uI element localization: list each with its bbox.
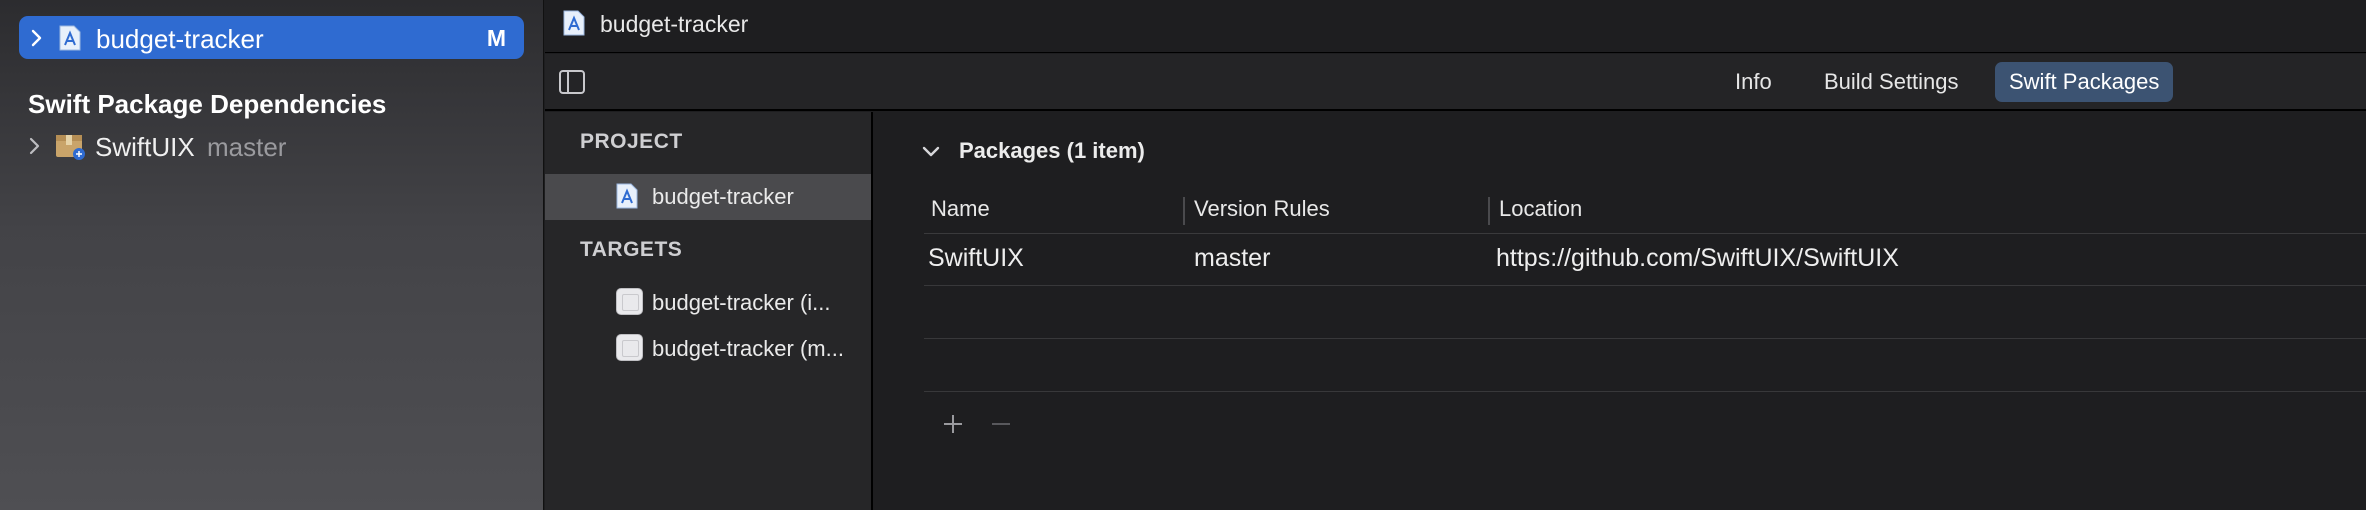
navigator-package-swiftuix[interactable]: SwiftUIX master <box>28 130 508 164</box>
target-label: budget-tracker (m... <box>652 336 844 361</box>
column-divider[interactable] <box>1183 197 1185 225</box>
swift-package-icon <box>56 135 85 160</box>
sidebar-toggle-icon[interactable] <box>558 68 586 96</box>
package-branch: master <box>207 132 287 162</box>
column-header-version-rules[interactable]: Version Rules <box>1194 189 1330 229</box>
targets-section-header: TARGETS <box>580 238 683 261</box>
project-targets-list: PROJECT budget-tracker TARGETS budget-tr… <box>545 112 873 510</box>
project-navigator: budget-tracker M Swift Package Dependenc… <box>0 0 544 510</box>
chevron-right-icon[interactable] <box>28 136 42 156</box>
target-label: budget-tracker (i... <box>652 290 831 315</box>
column-divider[interactable] <box>1488 197 1490 225</box>
column-header-name[interactable]: Name <box>931 189 990 229</box>
location-cell: https://github.com/SwiftUIX/SwiftUIX <box>1496 244 1899 272</box>
target-item-macos[interactable]: budget-tracker (m... <box>545 328 871 370</box>
package-name: SwiftUIX <box>95 132 195 162</box>
plus-icon[interactable] <box>941 412 965 436</box>
chevron-right-icon[interactable] <box>29 28 45 48</box>
xcode-project-icon <box>59 25 81 51</box>
swift-packages-pane: Packages (1 item) Name Version Rules Loc… <box>875 112 2366 510</box>
jump-bar-project[interactable]: budget-tracker <box>600 11 748 38</box>
table-row[interactable]: SwiftUIX master https://github.com/Swift… <box>924 234 2366 286</box>
swift-package-dependencies-header: Swift Package Dependencies <box>28 89 387 119</box>
jump-bar: budget-tracker <box>545 0 2366 53</box>
table-row-empty <box>924 340 2366 392</box>
xcode-project-icon <box>616 183 638 209</box>
version-rule-cell: master <box>1194 244 1271 272</box>
package-name-cell: SwiftUIX <box>928 244 1024 272</box>
tab-build-settings[interactable]: Build Settings <box>1810 62 1973 102</box>
column-header-location[interactable]: Location <box>1499 189 1582 229</box>
navigator-item-label: budget-tracker <box>96 24 264 54</box>
navigator-item-budget-tracker[interactable]: budget-tracker M <box>19 16 524 59</box>
xcode-window: budget-tracker M Swift Package Dependenc… <box>0 0 2366 510</box>
packages-section-title: Packages (1 item) <box>959 138 1145 163</box>
app-target-icon <box>616 334 643 361</box>
minus-icon[interactable] <box>989 412 1013 436</box>
editor-tab-bar: Info Build Settings Swift Packages <box>545 54 2366 111</box>
tab-info[interactable]: Info <box>1721 62 1786 102</box>
project-item-label: budget-tracker <box>652 184 794 209</box>
project-item-budget-tracker[interactable]: budget-tracker <box>545 174 871 220</box>
source-control-status-badge: M <box>486 25 506 51</box>
tab-swift-packages[interactable]: Swift Packages <box>1995 62 2174 102</box>
table-row-empty <box>924 287 2366 339</box>
xcode-project-icon <box>563 10 585 36</box>
project-section-header: PROJECT <box>580 130 683 153</box>
chevron-down-icon[interactable] <box>921 144 941 160</box>
app-target-icon <box>616 288 643 315</box>
target-item-ios[interactable]: budget-tracker (i... <box>545 282 871 324</box>
